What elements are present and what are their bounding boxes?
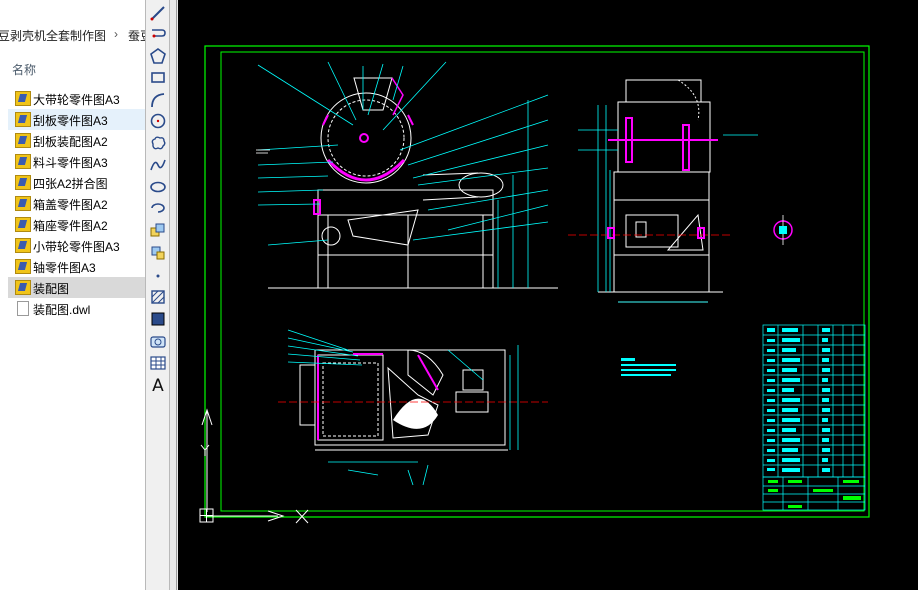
line-tool-icon[interactable]: [147, 3, 169, 23]
side-motor: [625, 214, 679, 248]
detail-bearing: [773, 215, 793, 245]
file-item-label: 四张A2拼合图: [33, 177, 108, 191]
motor-pulley: [321, 226, 341, 246]
file-item-label: 刮板零件图A3: [33, 114, 108, 128]
file-item[interactable]: 四张A2拼合图: [8, 172, 145, 193]
file-item-label: 箱座零件图A2: [33, 219, 108, 233]
make-block-icon[interactable]: [147, 243, 169, 263]
arc-icon[interactable]: [147, 90, 169, 110]
file-item-label: 轴零件图A3: [33, 261, 96, 275]
frame-body: [317, 189, 494, 289]
circle-icon[interactable]: [147, 111, 169, 131]
dwg-file-icon: [15, 112, 31, 127]
front-view-labels: [256, 149, 270, 154]
file-item[interactable]: 料斗零件图A3: [8, 151, 145, 172]
dwg-file-icon: [15, 154, 31, 169]
front-view: [268, 77, 558, 289]
belt-bottom: [422, 196, 479, 201]
splitter-line: [176, 0, 177, 590]
file-item[interactable]: 大带轮零件图A3: [8, 88, 145, 109]
panel-splitter[interactable]: [170, 0, 178, 590]
parts-list-text: [767, 328, 830, 472]
file-item[interactable]: 刮板装配图A2: [8, 130, 145, 151]
technical-notes: [621, 358, 676, 376]
file-item[interactable]: 轴零件图A3: [8, 256, 145, 277]
side-frame: [613, 171, 710, 293]
generic-file-icon: [17, 301, 29, 316]
parts-list: [762, 324, 866, 478]
insert-block-icon[interactable]: [147, 220, 169, 240]
draw-toolbar: A: [145, 0, 170, 590]
dwg-file-icon: [15, 133, 31, 148]
side-view: [598, 79, 723, 303]
address-bar[interactable]: 豆剥壳机全套制作图 › 蚕豆: [0, 24, 145, 46]
gradient-icon[interactable]: [147, 309, 169, 329]
file-item-label: 刮板装配图A2: [33, 135, 108, 149]
file-item-label: 装配图: [33, 282, 70, 296]
file-item-label: 装配图.dwl: [33, 303, 91, 317]
ucs-icon: [199, 408, 309, 524]
file-item[interactable]: 箱盖零件图A2: [8, 193, 145, 214]
outer-frame: [204, 45, 870, 518]
address-path[interactable]: 豆剥壳机全套制作图: [0, 27, 106, 44]
top-left-bracket: [299, 364, 316, 426]
file-item-label: 箱盖零件图A2: [33, 198, 108, 212]
dwg-file-icon: [15, 280, 31, 295]
side-hood: [625, 79, 702, 103]
top-hopper-inner: [322, 362, 379, 437]
address-next-segment[interactable]: 蚕豆: [128, 27, 145, 44]
dwg-file-icon: [15, 238, 31, 253]
table-icon[interactable]: [147, 353, 169, 373]
top-motor-2: [462, 369, 484, 391]
file-item-label: 大带轮零件图A3: [33, 93, 120, 107]
drum-inner: [327, 99, 405, 177]
side-motor-marks: [607, 227, 705, 239]
dwg-file-icon: [15, 175, 31, 190]
drum-hub: [359, 133, 369, 143]
inner-frame: [220, 51, 865, 512]
ellipse-arc-icon[interactable]: [147, 198, 169, 218]
top-view: [299, 349, 508, 451]
multiline-text-icon[interactable]: A: [147, 376, 169, 396]
file-explorer-pane: 豆剥壳机全套制作图 › 蚕豆 名称 大带轮零件图A3 刮板零件图A3 刮板装配图A2…: [0, 0, 145, 590]
dwg-file-icon: [15, 259, 31, 274]
chevron-right-icon[interactable]: ›: [114, 27, 118, 41]
cad-drawing[interactable]: [178, 0, 918, 590]
file-item[interactable]: 装配图.dwl: [8, 298, 145, 319]
ellipse-icon[interactable]: [147, 177, 169, 197]
side-hood-arc: [677, 79, 700, 121]
top-hopper: [317, 354, 384, 441]
column-header-name[interactable]: 名称: [12, 61, 36, 78]
file-item-label: 料斗零件图A3: [33, 156, 108, 170]
side-drum-section-right: [682, 124, 690, 171]
point-icon[interactable]: [147, 266, 169, 286]
hatch-icon[interactable]: [147, 287, 169, 307]
spline-icon[interactable]: [147, 155, 169, 175]
revision-cloud-icon[interactable]: [147, 133, 169, 153]
dwg-file-icon: [15, 196, 31, 211]
region-icon[interactable]: [147, 331, 169, 351]
file-item[interactable]: 箱座零件图A2: [8, 214, 145, 235]
file-item[interactable]: 装配图: [8, 277, 145, 298]
polygon-icon[interactable]: [147, 46, 169, 66]
dwg-file-icon: [15, 217, 31, 232]
drum-frame-section: [322, 114, 414, 126]
bearing-left: [313, 199, 321, 215]
file-item[interactable]: 刮板零件图A3: [8, 109, 145, 130]
file-item[interactable]: 小带轮零件图A3: [8, 235, 145, 256]
dwg-file-icon: [15, 91, 31, 106]
drawing-canvas[interactable]: [178, 0, 918, 590]
side-view-dimensions: [578, 105, 758, 303]
construction-line-icon[interactable]: [147, 24, 169, 44]
file-list: 大带轮零件图A3 刮板零件图A3 刮板装配图A2 料斗零件图A3 四张A2拼合图 箱盖零件…: [8, 88, 145, 319]
drum-section: [326, 158, 406, 182]
rectangle-icon[interactable]: [147, 67, 169, 87]
file-item-label: 小带轮零件图A3: [33, 240, 120, 254]
